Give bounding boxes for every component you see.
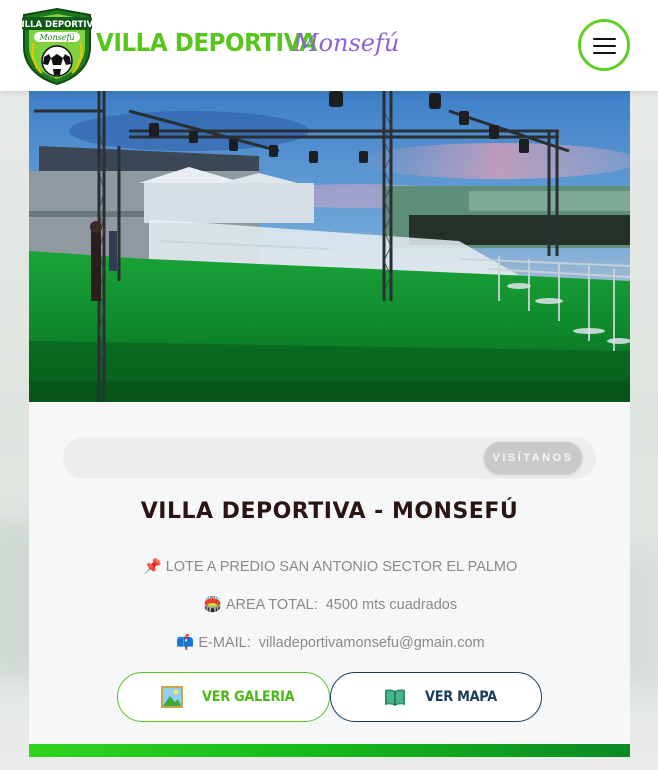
- site-header: VILLA DEPORTIVA Monsefú VILLA DEPORTIVA …: [0, 0, 658, 91]
- area-value: 4500 mts cuadrados: [325, 597, 458, 613]
- view-map-button[interactable]: VER MAPA: [330, 672, 542, 722]
- view-map-label: VER MAPA: [425, 689, 497, 705]
- hamburger-menu-icon: [593, 38, 616, 40]
- stadium-icon: 🏟️: [203, 597, 222, 613]
- brand-script-name[interactable]: Monsefú: [294, 29, 399, 57]
- brand-name[interactable]: VILLA DEPORTIVA: [96, 28, 317, 57]
- area-line: 🏟️ AREA TOTAL: 4500 mts cuadrados: [29, 596, 630, 613]
- view-gallery-label: VER GALERIA: [202, 689, 295, 705]
- venue-title: VILLA DEPORTIVA - MONSEFÚ: [140, 499, 519, 524]
- visit-button[interactable]: VISÍTANOS: [484, 442, 582, 474]
- email-label: E-MAIL:: [198, 635, 251, 651]
- mailbox-icon: 📫: [176, 635, 195, 651]
- venue-hero-image: [29, 91, 630, 402]
- visit-bar: VISÍTANOS: [63, 437, 596, 479]
- villa-deportiva-logo-icon[interactable]: VILLA DEPORTIVA Monsefú: [15, 7, 99, 86]
- venue-card: VISÍTANOS VILLA DEPORTIVA - MONSEFÚ 📌 LOT…: [29, 91, 630, 757]
- venue-photo: [29, 91, 630, 402]
- email-value[interactable]: villadeportivamonsefu@gmain.com: [259, 635, 485, 651]
- picture-icon: [161, 686, 183, 708]
- svg-text:Monsefú: Monsefú: [38, 33, 74, 42]
- address-text: LOTE A PREDIO SAN ANTONIO SECTOR EL PALM…: [165, 559, 518, 575]
- email-line: 📫 E-MAIL: villadeportivamonsefu@gmain.com: [29, 634, 630, 651]
- view-gallery-button[interactable]: VER GALERIA: [117, 672, 330, 722]
- area-label: AREA TOTAL:: [225, 597, 318, 613]
- open-book-map-icon: [385, 689, 405, 706]
- pushpin-icon: 📌: [143, 559, 162, 575]
- address-line: 📌 LOTE A PREDIO SAN ANTONIO SECTOR EL PAL…: [29, 558, 630, 575]
- bottom-accent-strip: [29, 744, 630, 757]
- svg-text:VILLA DEPORTIVA: VILLA DEPORTIVA: [20, 20, 94, 30]
- hamburger-menu-button[interactable]: [578, 19, 630, 71]
